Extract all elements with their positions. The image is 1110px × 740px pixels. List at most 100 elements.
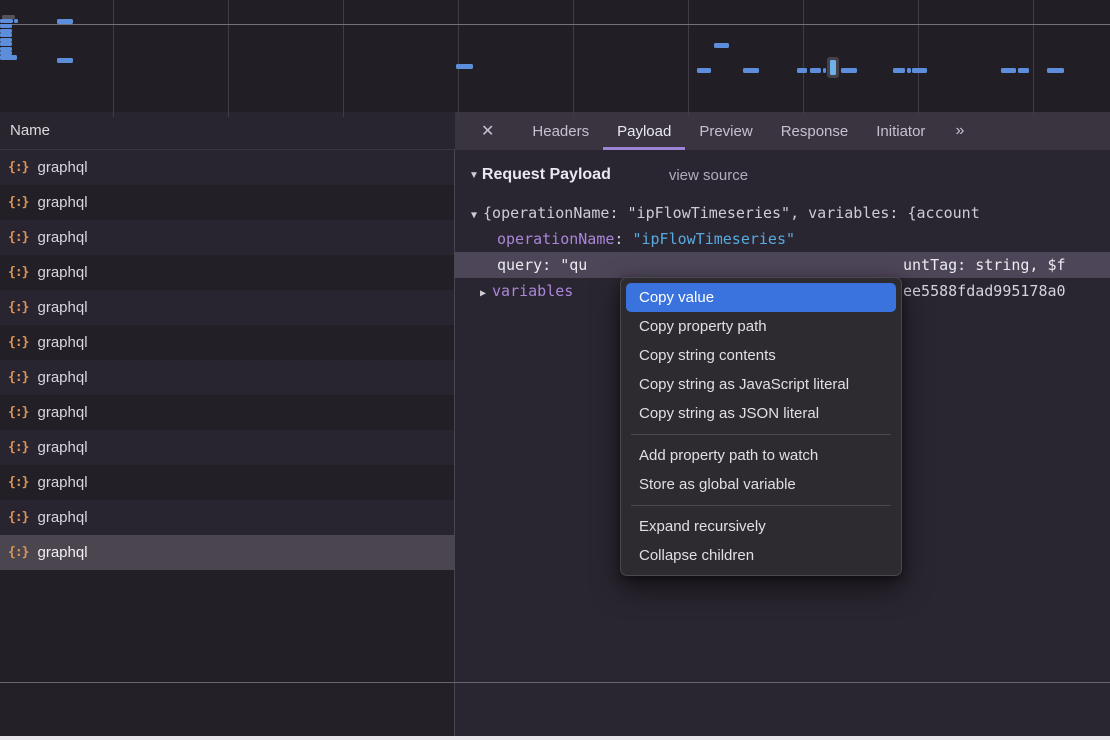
json-braces-icon: {:} — [8, 300, 28, 315]
request-payload-section-header[interactable]: ▼ Request Payload view source — [469, 166, 748, 184]
request-row[interactable]: {:} graphql — [0, 465, 454, 500]
overview-gridline — [803, 0, 804, 112]
variables-fragment-right: ee5588fdad995178a0 — [903, 278, 1066, 304]
json-braces-icon: {:} — [8, 440, 28, 455]
collapse-triangle-icon: ▼ — [471, 210, 477, 221]
view-source-link[interactable]: view source — [669, 167, 748, 184]
collapse-triangle-icon: ▼ — [469, 170, 479, 181]
json-braces-icon: {:} — [8, 405, 28, 420]
close-icon[interactable]: ✕ — [469, 112, 506, 150]
tab-preview[interactable]: Preview — [685, 112, 766, 150]
tab-initiator[interactable]: Initiator — [862, 112, 939, 150]
overview-gridline-stub — [458, 112, 459, 117]
json-braces-icon: {:} — [8, 160, 28, 175]
overview-request-bar — [456, 64, 473, 69]
overview-baseline — [0, 24, 1110, 25]
overview-request-bar — [841, 68, 857, 73]
overview-request-bar — [810, 68, 821, 73]
request-row[interactable]: {:}graphql — [0, 325, 454, 360]
overview-gridline — [688, 0, 689, 112]
overview-request-bar — [912, 68, 927, 73]
tab-payload[interactable]: Payload — [603, 112, 685, 150]
json-braces-icon: {:} — [8, 195, 28, 210]
request-list-footer — [0, 683, 455, 736]
network-overview-timeline[interactable] — [0, 0, 1110, 112]
request-name: graphql — [37, 264, 87, 281]
overview-gridline-stub — [343, 112, 344, 117]
overview-request-bar — [1001, 68, 1016, 73]
section-title: Request Payload — [482, 166, 611, 184]
operation-name-row[interactable]: operationName: "ipFlowTimeseries" — [455, 226, 1110, 252]
devtools-network-panel: Name ✕ HeadersPayloadPreviewResponseInit… — [0, 0, 1110, 740]
overview-request-bar — [797, 68, 807, 73]
menu-item-copy-string-as-json-literal[interactable]: Copy string as JSON literal — [626, 399, 896, 428]
property-key: variables — [492, 282, 573, 300]
request-name: graphql — [37, 299, 87, 316]
request-row[interactable]: {:}graphql — [0, 185, 454, 220]
overview-gridline — [918, 0, 919, 112]
menu-item-copy-value[interactable]: Copy value — [626, 283, 896, 312]
request-name: graphql — [37, 474, 87, 491]
request-row[interactable]: {:} graphql — [0, 360, 454, 395]
overview-gridline-stub — [1033, 112, 1034, 117]
request-name: graphql — [37, 439, 87, 456]
json-braces-icon: {:} — [8, 475, 28, 490]
menu-item-expand-recursively[interactable]: Expand recursively — [626, 512, 896, 541]
json-braces-icon: {:} — [8, 335, 28, 350]
overview-request-bar — [0, 55, 17, 60]
request-row[interactable]: {:}graphql — [0, 535, 454, 570]
request-row[interactable]: {:} graphql — [0, 430, 454, 465]
overview-gridline-stub — [918, 112, 919, 117]
request-row[interactable]: {:}graphql — [0, 150, 454, 185]
tab-headers[interactable]: Headers — [518, 112, 603, 150]
menu-item-copy-string-as-javascript-literal[interactable]: Copy string as JavaScript literal — [626, 370, 896, 399]
overview-gridline — [573, 0, 574, 112]
overview-hovered-request-bar — [830, 60, 836, 75]
json-braces-icon: {:} — [8, 545, 28, 560]
request-row[interactable]: {:} graphql — [0, 220, 454, 255]
name-column-label: Name — [10, 122, 50, 139]
menu-item-store-as-global-variable[interactable]: Store as global variable — [626, 470, 896, 499]
json-braces-icon: {:} — [8, 370, 28, 385]
tab-response[interactable]: Response — [767, 112, 863, 150]
overview-gridline — [458, 0, 459, 112]
expand-triangle-icon: ▶ — [480, 288, 486, 299]
overview-request-bar — [1047, 68, 1064, 73]
more-tabs-icon[interactable]: » — [945, 112, 972, 150]
overview-request-bar — [0, 24, 12, 28]
property-value: "ipFlowTimeseries" — [632, 230, 795, 248]
request-row[interactable]: {:}graphql — [0, 395, 454, 430]
overview-request-bar — [893, 68, 905, 73]
overview-request-bar — [0, 19, 13, 23]
query-fragment-right: untTag: string, $f — [903, 252, 1066, 278]
menu-item-collapse-children[interactable]: Collapse children — [626, 541, 896, 570]
overview-request-bar — [697, 68, 711, 73]
request-row[interactable]: {:}graphql — [0, 255, 454, 290]
property-key: operationName — [497, 230, 614, 248]
menu-separator — [631, 434, 891, 435]
colon: : — [614, 230, 632, 248]
menu-separator — [631, 505, 891, 506]
query-fragment-left: query: "qu — [497, 256, 587, 274]
payload-root-row[interactable]: ▼{operationName: "ipFlowTimeseries", var… — [455, 200, 1110, 226]
request-name: graphql — [37, 229, 87, 246]
overview-request-bar — [823, 68, 826, 73]
overview-request-bar — [907, 68, 911, 73]
menu-item-add-property-path-to-watch[interactable]: Add property path to watch — [626, 441, 896, 470]
json-braces-icon: {:} — [8, 230, 28, 245]
overview-gridline — [228, 0, 229, 112]
details-footer — [455, 683, 1110, 736]
request-row[interactable]: {:} graphql — [0, 290, 454, 325]
overview-gridline-stub — [113, 112, 114, 117]
request-row[interactable]: {:}graphql — [0, 500, 454, 535]
context-menu: Copy valueCopy property pathCopy string … — [620, 277, 902, 576]
overview-gridline — [113, 0, 114, 112]
name-column-header[interactable]: Name — [0, 112, 455, 150]
overview-gridline — [1033, 0, 1034, 112]
menu-item-copy-property-path[interactable]: Copy property path — [626, 312, 896, 341]
request-name: graphql — [37, 369, 87, 386]
menu-item-copy-string-contents[interactable]: Copy string contents — [626, 341, 896, 370]
details-tab-bar: ✕ HeadersPayloadPreviewResponseInitiator… — [455, 112, 1110, 150]
query-row-selected[interactable]: query: "qu untTag: string, $f — [455, 252, 1110, 278]
overview-request-bar — [0, 42, 12, 46]
